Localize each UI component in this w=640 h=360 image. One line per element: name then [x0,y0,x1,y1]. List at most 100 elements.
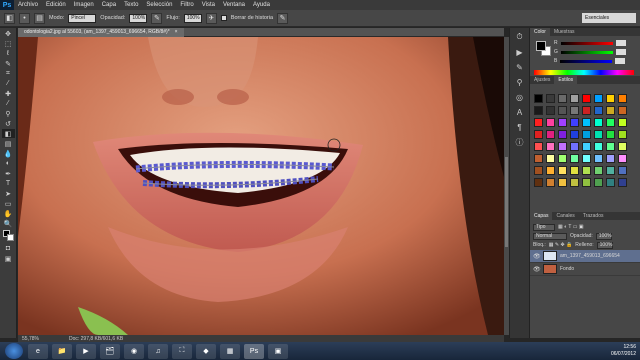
style-swatch[interactable] [618,142,627,151]
flow-field[interactable]: 100% [183,13,202,23]
style-swatch[interactable] [594,118,603,127]
style-swatch[interactable] [606,118,615,127]
pressure-size-icon[interactable]: ✎ [277,12,289,24]
clone-source-icon[interactable]: ◎ [513,91,527,103]
style-swatch[interactable] [606,130,615,139]
green-slider[interactable]: G [554,49,630,55]
style-swatch[interactable] [534,94,543,103]
menu-vista[interactable]: Vista [198,2,219,8]
lasso-tool-icon[interactable]: ℓ [2,49,15,58]
screen-mode-icon[interactable]: ▣ [2,254,15,263]
brush-tool-icon[interactable]: ⁄ [2,99,15,108]
marquee-tool-icon[interactable]: ⬚ [2,39,15,48]
style-swatch[interactable] [594,142,603,151]
blue-value[interactable] [615,58,626,64]
brush-presets-icon[interactable]: ⚲ [513,76,527,88]
document-tab[interactable]: odontologia2.jpg al 55603, (am_1397_4590… [18,27,184,37]
style-swatch[interactable] [606,154,615,163]
style-swatch[interactable] [582,154,591,163]
menu-imagen[interactable]: Imagen [70,2,98,8]
style-swatch[interactable] [618,178,627,187]
style-swatch[interactable] [570,94,579,103]
style-swatch[interactable] [570,142,579,151]
style-swatch[interactable] [594,94,603,103]
red-value[interactable] [615,40,626,46]
blend-mode-select[interactable]: Normal [533,232,567,240]
taskbar-app[interactable]: 🗂 [100,343,120,359]
menu-archivo[interactable]: Archivo [14,2,42,8]
eye-icon[interactable]: 👁 [533,266,541,273]
menu-seleccion[interactable]: Selección [142,2,176,8]
opacity-field[interactable]: 100% [129,13,148,23]
tab-color[interactable]: Color [530,28,550,36]
layer-opacity-field[interactable]: 100% [595,232,612,240]
layer-row[interactable]: 👁 Fondo [530,263,640,276]
tab-canales[interactable]: Canales [552,212,578,220]
blue-slider-bar[interactable] [560,59,613,63]
clone-stamp-tool-icon[interactable]: ⚲ [2,109,15,118]
workspace-select[interactable]: Esenciales [582,13,636,23]
eraser-tool-icon[interactable]: ◧ [1,129,15,138]
taskbar-app[interactable]: 📁 [52,343,72,359]
style-swatch[interactable] [546,142,555,151]
erase-history-checkbox[interactable] [220,15,227,21]
style-swatch[interactable] [558,130,567,139]
style-swatch[interactable] [534,118,543,127]
style-swatch[interactable] [606,166,615,175]
quick-mask-icon[interactable]: ◘ [2,244,15,253]
pen-tool-icon[interactable]: ✒ [2,169,15,178]
style-swatch[interactable] [582,178,591,187]
style-swatch[interactable] [558,94,567,103]
green-slider-bar[interactable] [560,50,613,54]
history-panel-icon[interactable]: ⏱ [513,31,527,43]
taskbar-app[interactable]: ▦ [220,343,240,359]
style-swatch[interactable] [594,178,603,187]
tab-ajustes[interactable]: Ajustes [530,76,554,84]
style-swatch[interactable] [546,178,555,187]
style-swatch[interactable] [594,106,603,115]
style-swatch[interactable] [558,178,567,187]
style-swatch[interactable] [546,166,555,175]
style-swatch[interactable] [582,130,591,139]
style-swatch[interactable] [582,106,591,115]
style-swatch[interactable] [558,142,567,151]
taskbar-app[interactable]: ⛶ [172,343,192,359]
style-swatch[interactable] [546,106,555,115]
style-swatch[interactable] [534,142,543,151]
tab-estilos[interactable]: Estilos [554,76,578,84]
style-swatch[interactable] [582,94,591,103]
style-swatch[interactable] [570,154,579,163]
layer-kind-filter[interactable]: Tipo [533,223,555,231]
eyedropper-tool-icon[interactable]: ⁄ [2,79,15,88]
taskbar-app[interactable]: ◆ [196,343,216,359]
crop-tool-icon[interactable]: ⌗ [2,69,15,78]
style-swatch[interactable] [618,130,627,139]
scrollbar-thumb[interactable] [505,157,508,247]
style-swatch[interactable] [582,166,591,175]
taskbar-app-photoshop[interactable]: Ps [244,343,264,359]
style-swatch[interactable] [558,106,567,115]
color-swatches-icon[interactable] [2,229,15,243]
start-button-icon[interactable] [5,343,23,359]
doc-info[interactable]: Doc: 297,8 KB/601,6 KB [69,336,123,342]
taskbar-app[interactable]: e [28,343,48,359]
style-swatch[interactable] [570,130,579,139]
pressure-opacity-icon[interactable]: ✎ [151,12,163,24]
gradient-tool-icon[interactable]: ▤ [2,139,15,148]
info-panel-icon[interactable]: ⓘ [513,136,527,148]
hand-tool-icon[interactable]: ✋ [2,209,15,218]
zoom-tool-icon[interactable]: 🔍 [2,219,15,228]
taskbar-app[interactable]: ▣ [268,343,288,359]
style-swatch[interactable] [606,178,615,187]
shape-tool-icon[interactable]: ▭ [2,199,15,208]
eye-icon[interactable]: 👁 [533,253,541,260]
character-panel-icon[interactable]: A [513,106,527,118]
style-swatch[interactable] [618,118,627,127]
red-slider[interactable]: R [554,40,630,46]
style-swatch[interactable] [582,118,591,127]
tab-muestras[interactable]: Muestras [550,28,579,36]
menu-texto[interactable]: Texto [120,2,142,8]
history-brush-tool-icon[interactable]: ↺ [2,119,15,128]
style-swatch[interactable] [534,130,543,139]
taskbar-app[interactable]: ▶ [76,343,96,359]
